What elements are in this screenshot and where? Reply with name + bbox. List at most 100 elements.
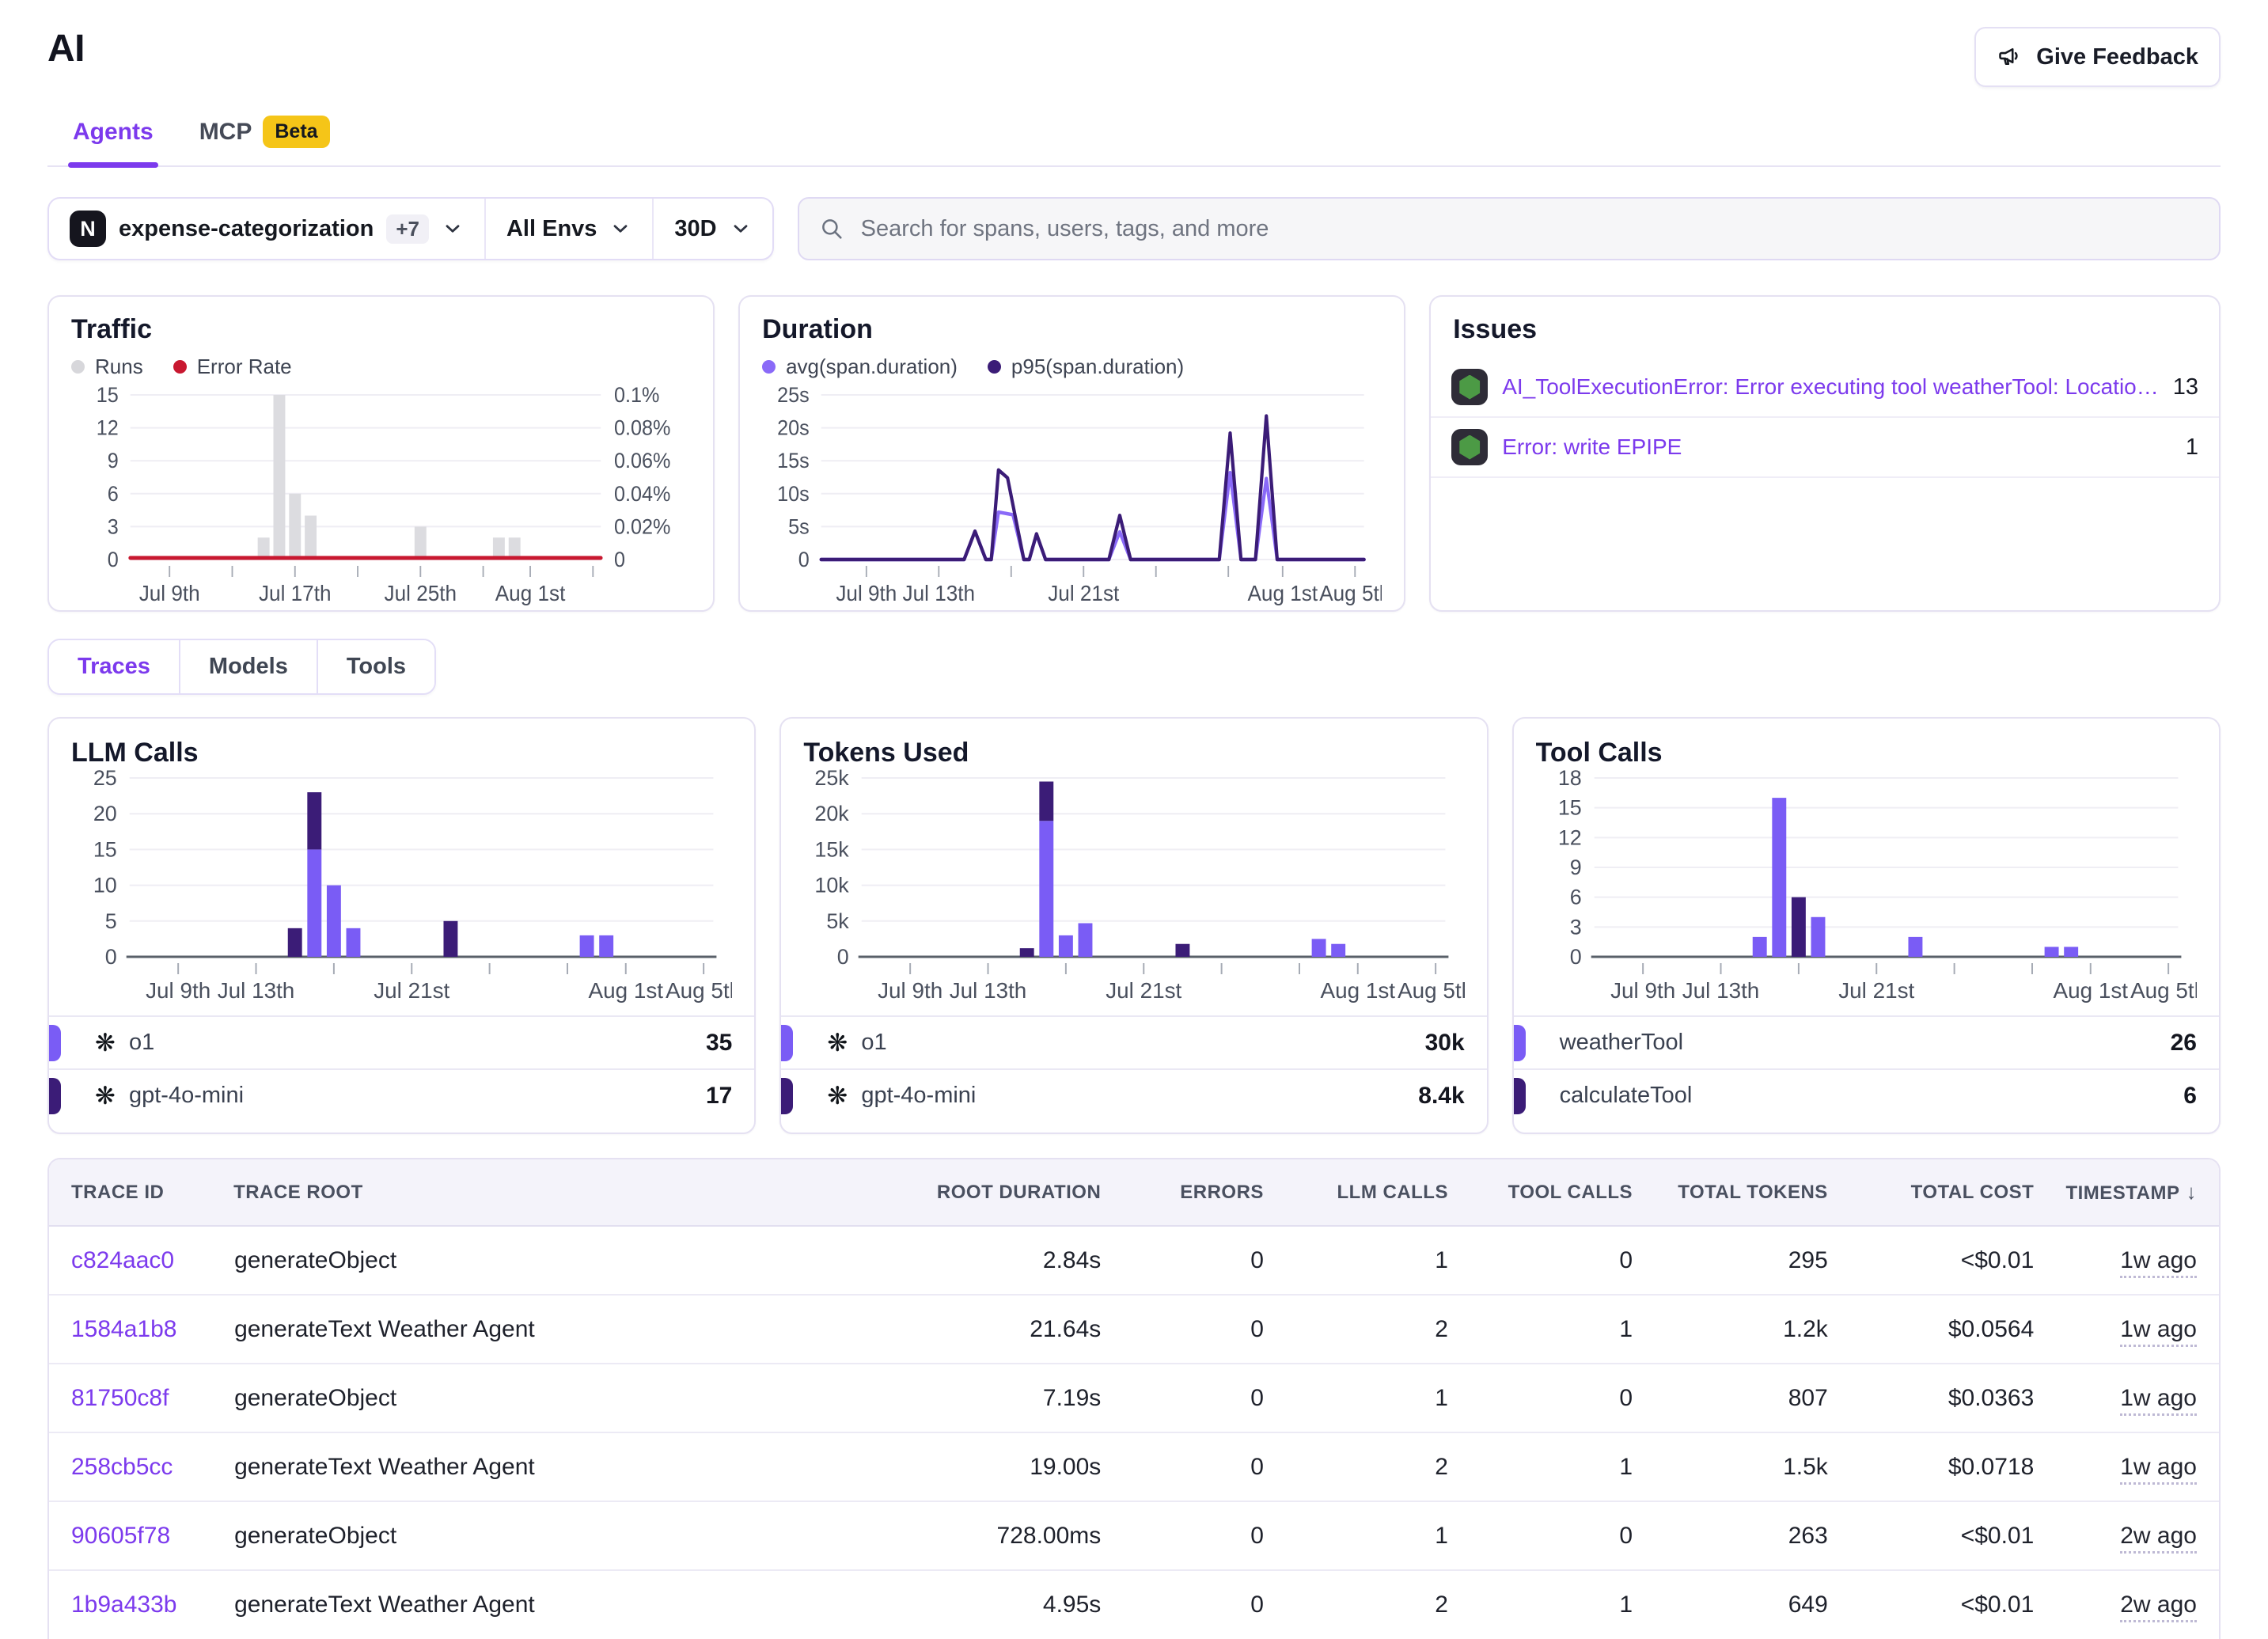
total-tokens: 1.2k: [1783, 1316, 1828, 1342]
col-timestamp[interactable]: TIMESTAMP↓: [2056, 1159, 2219, 1226]
give-feedback-button[interactable]: Give Feedback: [1974, 27, 2221, 87]
svg-text:5k: 5k: [827, 909, 850, 933]
timestamp-link[interactable]: 2w ago: [2120, 1592, 2197, 1622]
legend-label: Runs: [95, 355, 143, 379]
svg-text:0: 0: [614, 547, 625, 571]
traffic-chart[interactable]: 0369121500.02%0.04%0.06%0.08%0.1%Jul 9th…: [71, 385, 691, 610]
issue-link[interactable]: AI_ToolExecutionError: Error executing t…: [1502, 374, 2159, 400]
table-row[interactable]: 1b9a433bgenerateText Weather Agent4.95s0…: [49, 1570, 2219, 1639]
llm-calls-count: 1: [1435, 1247, 1448, 1273]
legend-color-chip: [1514, 1025, 1526, 1061]
llm-calls-title: LLM Calls: [71, 738, 732, 768]
col-llm-calls[interactable]: LLM CALLS: [1286, 1159, 1470, 1226]
col-root-duration[interactable]: ROOT DURATION: [830, 1159, 1123, 1226]
svg-text:10s: 10s: [777, 481, 810, 506]
col-total-tokens[interactable]: TOTAL TOKENS: [1655, 1159, 1850, 1226]
total-cost: $0.0718: [1948, 1454, 2034, 1480]
timestamp-link[interactable]: 1w ago: [2120, 1454, 2197, 1485]
tab-mcp[interactable]: MCP Beta: [199, 116, 330, 165]
svg-text:Jul 21st: Jul 21st: [1838, 978, 1914, 1003]
tool-calls-count: 1: [1619, 1316, 1633, 1342]
table-row[interactable]: 81750c8fgenerateObject7.19s010807$0.0363…: [49, 1364, 2219, 1432]
svg-text:15k: 15k: [815, 837, 850, 861]
svg-text:Aug 1st: Aug 1st: [589, 978, 664, 1003]
trace-id-link[interactable]: 90605f78: [71, 1523, 170, 1549]
traces-table: TRACE ID TRACE ROOT ROOT DURATION ERRORS…: [47, 1158, 2221, 1639]
tab-models[interactable]: Models: [179, 640, 317, 693]
table-row[interactable]: 1584a1b8generateText Weather Agent21.64s…: [49, 1295, 2219, 1364]
trace-id-link[interactable]: 1584a1b8: [71, 1316, 176, 1342]
issues-card: Issues AI_ToolExecutionError: Error exec…: [1429, 295, 2221, 612]
issue-row[interactable]: Error: write EPIPE 1: [1431, 418, 2219, 478]
svg-text:25s: 25s: [777, 385, 810, 407]
legend-row[interactable]: ❋o135: [49, 1015, 754, 1068]
timestamp-link[interactable]: 1w ago: [2120, 1385, 2197, 1416]
tokens-used-chart[interactable]: 05k10k15k20k25kJul 9thJul 13thJul 21stAu…: [803, 768, 1464, 1007]
give-feedback-label: Give Feedback: [2036, 44, 2198, 70]
col-total-cost[interactable]: TOTAL COST: [1850, 1159, 2056, 1226]
legend-color-chip: [781, 1025, 793, 1061]
page-title: AI: [47, 27, 85, 70]
issue-link[interactable]: Error: write EPIPE: [1502, 434, 2171, 460]
legend-item[interactable]: p95(span.duration): [988, 355, 1184, 379]
legend-item[interactable]: Error Rate: [173, 355, 292, 379]
svg-text:Jul 13th: Jul 13th: [950, 978, 1027, 1003]
svg-text:0: 0: [837, 945, 849, 969]
table-row[interactable]: 90605f78generateObject728.00ms010263<$0.…: [49, 1501, 2219, 1570]
legend-item[interactable]: Runs: [71, 355, 143, 379]
col-timestamp-label: TIMESTAMP: [2065, 1182, 2179, 1204]
svg-text:15: 15: [93, 837, 117, 861]
svg-text:Jul 21st: Jul 21st: [1048, 580, 1120, 605]
tool-calls-chart[interactable]: 0369121518Jul 9thJul 13thJul 21stAug 1st…: [1536, 768, 2197, 1007]
legend-row[interactable]: ❋gpt-4o-mini17: [49, 1068, 754, 1121]
openai-icon: ❋: [827, 1083, 848, 1108]
legend-dot-icon: [173, 360, 187, 374]
root-duration: 19.00s: [1030, 1454, 1101, 1480]
timestamp-link[interactable]: 1w ago: [2120, 1316, 2197, 1347]
trace-id-link[interactable]: 1b9a433b: [71, 1592, 176, 1618]
timestamp-link[interactable]: 1w ago: [2120, 1247, 2197, 1278]
svg-text:5: 5: [105, 909, 117, 933]
errors-count: 0: [1250, 1385, 1264, 1411]
issue-row[interactable]: AI_ToolExecutionError: Error executing t…: [1431, 358, 2219, 418]
issue-count: 1: [2186, 434, 2198, 461]
project-selector[interactable]: N expense-categorization +7: [49, 199, 484, 259]
table-row[interactable]: 258cb5ccgenerateText Weather Agent19.00s…: [49, 1432, 2219, 1501]
svg-text:Jul 13th: Jul 13th: [903, 580, 976, 605]
legend-value: 17: [706, 1083, 732, 1110]
trace-id-link[interactable]: 81750c8f: [71, 1385, 169, 1411]
llm-calls-count: 1: [1435, 1523, 1448, 1549]
root-duration: 2.84s: [1043, 1247, 1101, 1273]
duration-chart[interactable]: 05s10s15s20s25sJul 9thJul 13thJul 21stAu…: [762, 385, 1382, 610]
trace-root: generateText Weather Agent: [234, 1316, 535, 1342]
col-trace-id[interactable]: TRACE ID: [49, 1159, 233, 1226]
date-range-selector[interactable]: 30D: [652, 199, 772, 259]
legend-row[interactable]: weatherTool26: [1514, 1015, 2219, 1068]
search-input[interactable]: [859, 215, 2200, 243]
legend-row[interactable]: ❋gpt-4o-mini8.4k: [781, 1068, 1486, 1121]
legend-row[interactable]: ❋o130k: [781, 1015, 1486, 1068]
svg-text:Jul 9th: Jul 9th: [836, 580, 897, 605]
legend-color-chip: [49, 1025, 61, 1061]
svg-text:Aug 5th: Aug 5th: [1398, 978, 1464, 1003]
svg-text:10: 10: [93, 874, 117, 897]
filter-row: N expense-categorization +7 All Envs 30D: [47, 197, 2221, 260]
traffic-card: Traffic RunsError Rate 0369121500.02%0.0…: [47, 295, 715, 612]
env-selector[interactable]: All Envs: [484, 199, 652, 259]
timestamp-link[interactable]: 2w ago: [2120, 1523, 2197, 1554]
search-bar[interactable]: [798, 197, 2221, 260]
legend-row[interactable]: calculateTool6: [1514, 1068, 2219, 1121]
col-errors[interactable]: ERRORS: [1123, 1159, 1286, 1226]
legend-name: o1: [129, 1030, 154, 1056]
trace-id-link[interactable]: 258cb5cc: [71, 1454, 173, 1480]
trace-id-link[interactable]: c824aac0: [71, 1247, 174, 1273]
table-row[interactable]: c824aac0generateObject2.84s010295<$0.011…: [49, 1226, 2219, 1295]
llm-calls-chart[interactable]: 0510152025Jul 9thJul 13thJul 21stAug 1st…: [71, 768, 732, 1007]
tab-agents[interactable]: Agents: [73, 116, 154, 165]
col-trace-root[interactable]: TRACE ROOT: [233, 1159, 830, 1226]
legend-item[interactable]: avg(span.duration): [762, 355, 958, 379]
tokens-used-title: Tokens Used: [803, 738, 1464, 768]
col-tool-calls[interactable]: TOOL CALLS: [1470, 1159, 1655, 1226]
tab-traces[interactable]: Traces: [49, 640, 179, 693]
tab-tools[interactable]: Tools: [317, 640, 434, 693]
